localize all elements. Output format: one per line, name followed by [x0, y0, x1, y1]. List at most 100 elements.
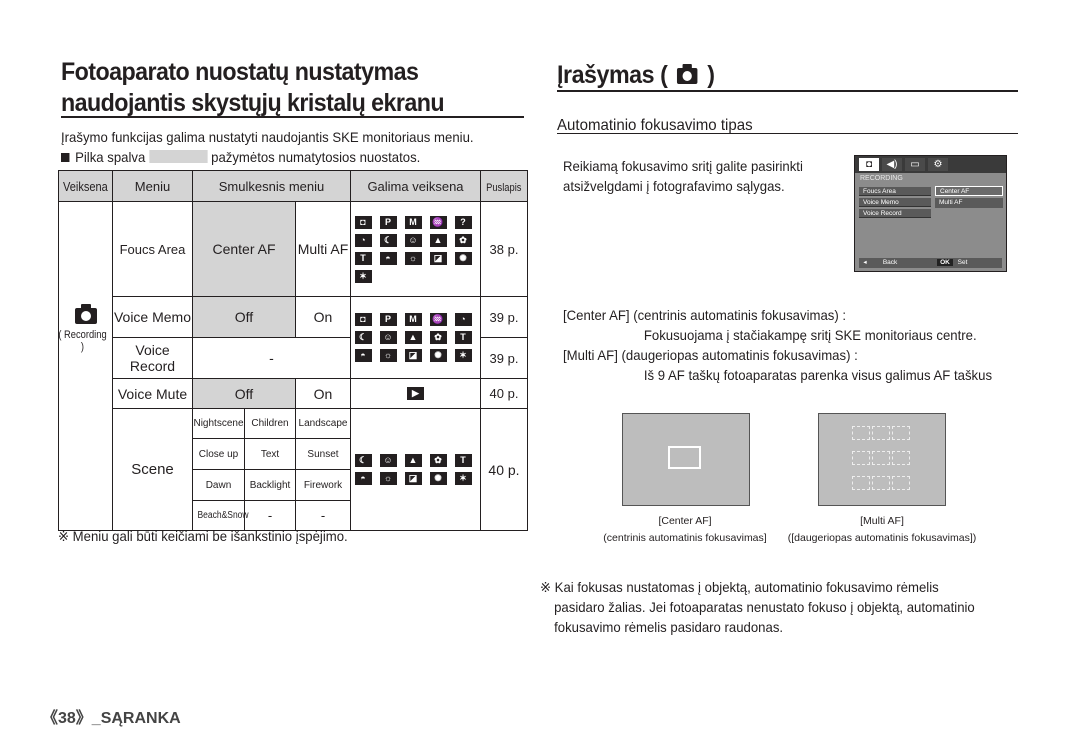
mode-m-icon: M — [404, 313, 422, 326]
section-title-text: Įrašymas ( — [557, 61, 668, 89]
lcd-menu-item: Voice Memo — [859, 198, 931, 207]
multi-af-point — [892, 426, 910, 440]
table-header-row: Veiksena Meniu Smulkesnis meniu Galima v… — [58, 170, 528, 202]
mode-icons-scene: ☾ ☺ ▲ ✿ T ◓ ☼ ◪ ✺ ✶ — [350, 408, 481, 531]
camera-icon — [74, 303, 97, 324]
page-voice-record: 39 p. — [480, 337, 528, 379]
multi-af-point — [872, 476, 890, 490]
header-page: Puslapis — [480, 170, 528, 202]
camera-icon: ◘ — [354, 215, 372, 229]
dual-is-icon: ♒ — [429, 215, 447, 229]
sunset-icon: ◓ — [379, 251, 397, 265]
scene-option: Close up — [192, 438, 245, 470]
multi-af-caption: [Multi AF] ([daugeriopas automatinis fok… — [787, 515, 977, 544]
mode-t-icon: T — [454, 331, 472, 344]
center-af-description: Fokusuojama į stačiakampę sritį SKE moni… — [643, 327, 977, 343]
focus-frame-note: ※ Kai fokusas nustatomas į objektą, auto… — [540, 579, 975, 635]
lcd-display-tab-icon: ▭ — [905, 158, 925, 171]
table-row-focus: ( Recording ) Foucs Area Center AF Multi… — [58, 201, 528, 531]
intro-line-1: Įrašymo funkcijas galima nustatyti naudo… — [61, 129, 474, 145]
scene-option: - — [244, 500, 296, 531]
dual-is-icon: ♒ — [429, 313, 447, 326]
lcd-ok-key: OK — [937, 259, 953, 266]
table-row-voice-mute: Voice Mute Off On ▶ 40 p. — [59, 378, 528, 409]
af-descriptions: [Center AF] (centrinis automatinis fokus… — [563, 305, 992, 385]
multi-af-point — [892, 476, 910, 490]
lcd-submenu-item-selected: Center AF — [935, 186, 1003, 196]
intro-line-2-pre: Pilka spalva — [75, 149, 146, 165]
children-icon: ☺ — [379, 454, 397, 467]
children-icon: ☺ — [404, 233, 422, 247]
settings-table: Veiksena Meniu Smulkesnis meniu Galima v… — [58, 170, 528, 531]
menu-focus-area: Foucs Area — [112, 201, 193, 297]
firework-icon: ✺ — [429, 472, 447, 485]
scene-option: Backlight — [244, 469, 296, 501]
center-af-illustration — [622, 413, 750, 506]
title-rule — [61, 116, 524, 118]
intro-line-2: Pilka spalva pažymėtos numatytosios nuost… — [61, 147, 474, 167]
section-title-close: ) — [707, 61, 715, 89]
program-icon: P — [379, 313, 397, 326]
option-off: Off — [192, 378, 296, 409]
header-modes: Galima veiksena — [350, 170, 481, 202]
dawn-icon: ☼ — [379, 349, 397, 362]
section-title: Įrašymas ( ) — [557, 61, 715, 90]
program-icon: P — [379, 215, 397, 229]
backlight-icon: ◪ — [404, 349, 422, 362]
multi-af-heading: [Multi AF] (daugeriopas automatinis foku… — [563, 347, 858, 363]
lcd-bottom-bar: ◂ Back OK Set — [859, 258, 1002, 268]
page-footer: 《38》_SĄRANKA — [42, 710, 181, 727]
backlight-icon: ◪ — [404, 472, 422, 485]
sunset-icon: ◓ — [354, 349, 372, 362]
menu-voice-mute: Voice Mute — [112, 378, 193, 409]
scene-option: Text — [244, 438, 296, 470]
lcd-set-label: Set — [957, 259, 968, 266]
multi-af-illustration — [818, 413, 946, 506]
multi-af-description: Iš 9 AF taškų fotoaparatas parenka visus… — [643, 367, 993, 383]
dawn-icon: ☼ — [379, 472, 397, 485]
option-on: On — [295, 378, 351, 409]
paragraph-line: Reikiamą fokusavimo sritį galite pasirin… — [563, 158, 803, 174]
scene-option: Children — [244, 408, 296, 439]
scene-option: Dawn — [192, 469, 245, 501]
mode-icons-focus: ◘ P M ♒? ◔ ☾ ☺ ▲ ✿ T ◓ ☼ ◪ ✺ ✶ — [350, 201, 481, 297]
table-note: ※ Meniu gali būti keičiami be išankstini… — [58, 528, 348, 544]
page-title: Fotoaparato nuostatų nustatymas naudojan… — [61, 58, 445, 117]
mode-label: ( Recording ) — [58, 328, 107, 353]
option-center-af: Center AF — [192, 201, 296, 297]
center-af-frame — [668, 446, 701, 469]
closeup-icon: ✿ — [429, 331, 447, 344]
header-menu: Meniu — [112, 170, 193, 202]
lcd-back-arrow-icon: ◂ — [863, 259, 867, 266]
portrait-icon: ◔ — [454, 313, 472, 326]
intro-text: Įrašymo funkcijas galima nustatyti naudo… — [61, 127, 474, 167]
scene-option: Firework — [295, 469, 351, 501]
firework-icon: ✺ — [429, 349, 447, 362]
option-multi-af: Multi AF — [295, 201, 351, 297]
header-submenu: Smulkesnis meniu — [192, 170, 351, 202]
scene-option: Beach&Snow — [192, 500, 249, 531]
mode-t-icon: T — [454, 454, 472, 467]
mode-t-icon: T — [354, 251, 372, 265]
photo-help-icon: ? — [454, 215, 472, 229]
scene-option: Sunset — [295, 438, 351, 470]
table-row-scene: Scene Nightscene Children Landscape ☾ ☺ ▲ ✿… — [59, 408, 528, 531]
center-af-heading: [Center AF] (centrinis automatinis fokus… — [563, 307, 847, 323]
subsection-rule — [557, 133, 1018, 134]
page-voice-mute: 40 p. — [480, 378, 528, 409]
nightscene-icon: ☾ — [354, 454, 372, 467]
center-af-caption: [Center AF] (centrinis automatinis fokus… — [603, 515, 767, 544]
mode-icons-mute: ▶ — [350, 378, 481, 409]
beach-snow-icon: ✶ — [454, 472, 472, 485]
header-mode: Veiksena — [58, 170, 113, 202]
option-off: Off — [192, 296, 296, 338]
menu-voice-memo: Voice Memo — [112, 296, 193, 338]
menu-scene: Scene — [112, 408, 193, 531]
lcd-settings-tab-icon: ⚙ — [928, 158, 948, 171]
default-color-swatch — [149, 150, 208, 163]
multi-af-point — [872, 451, 890, 465]
page-voice-memo: 39 p. — [480, 296, 528, 338]
multi-af-point — [892, 451, 910, 465]
paragraph-line: atsižvelgdami į fotografavimo sąlygas. — [563, 178, 785, 194]
lcd-sound-tab-icon: ◀) — [882, 158, 902, 171]
